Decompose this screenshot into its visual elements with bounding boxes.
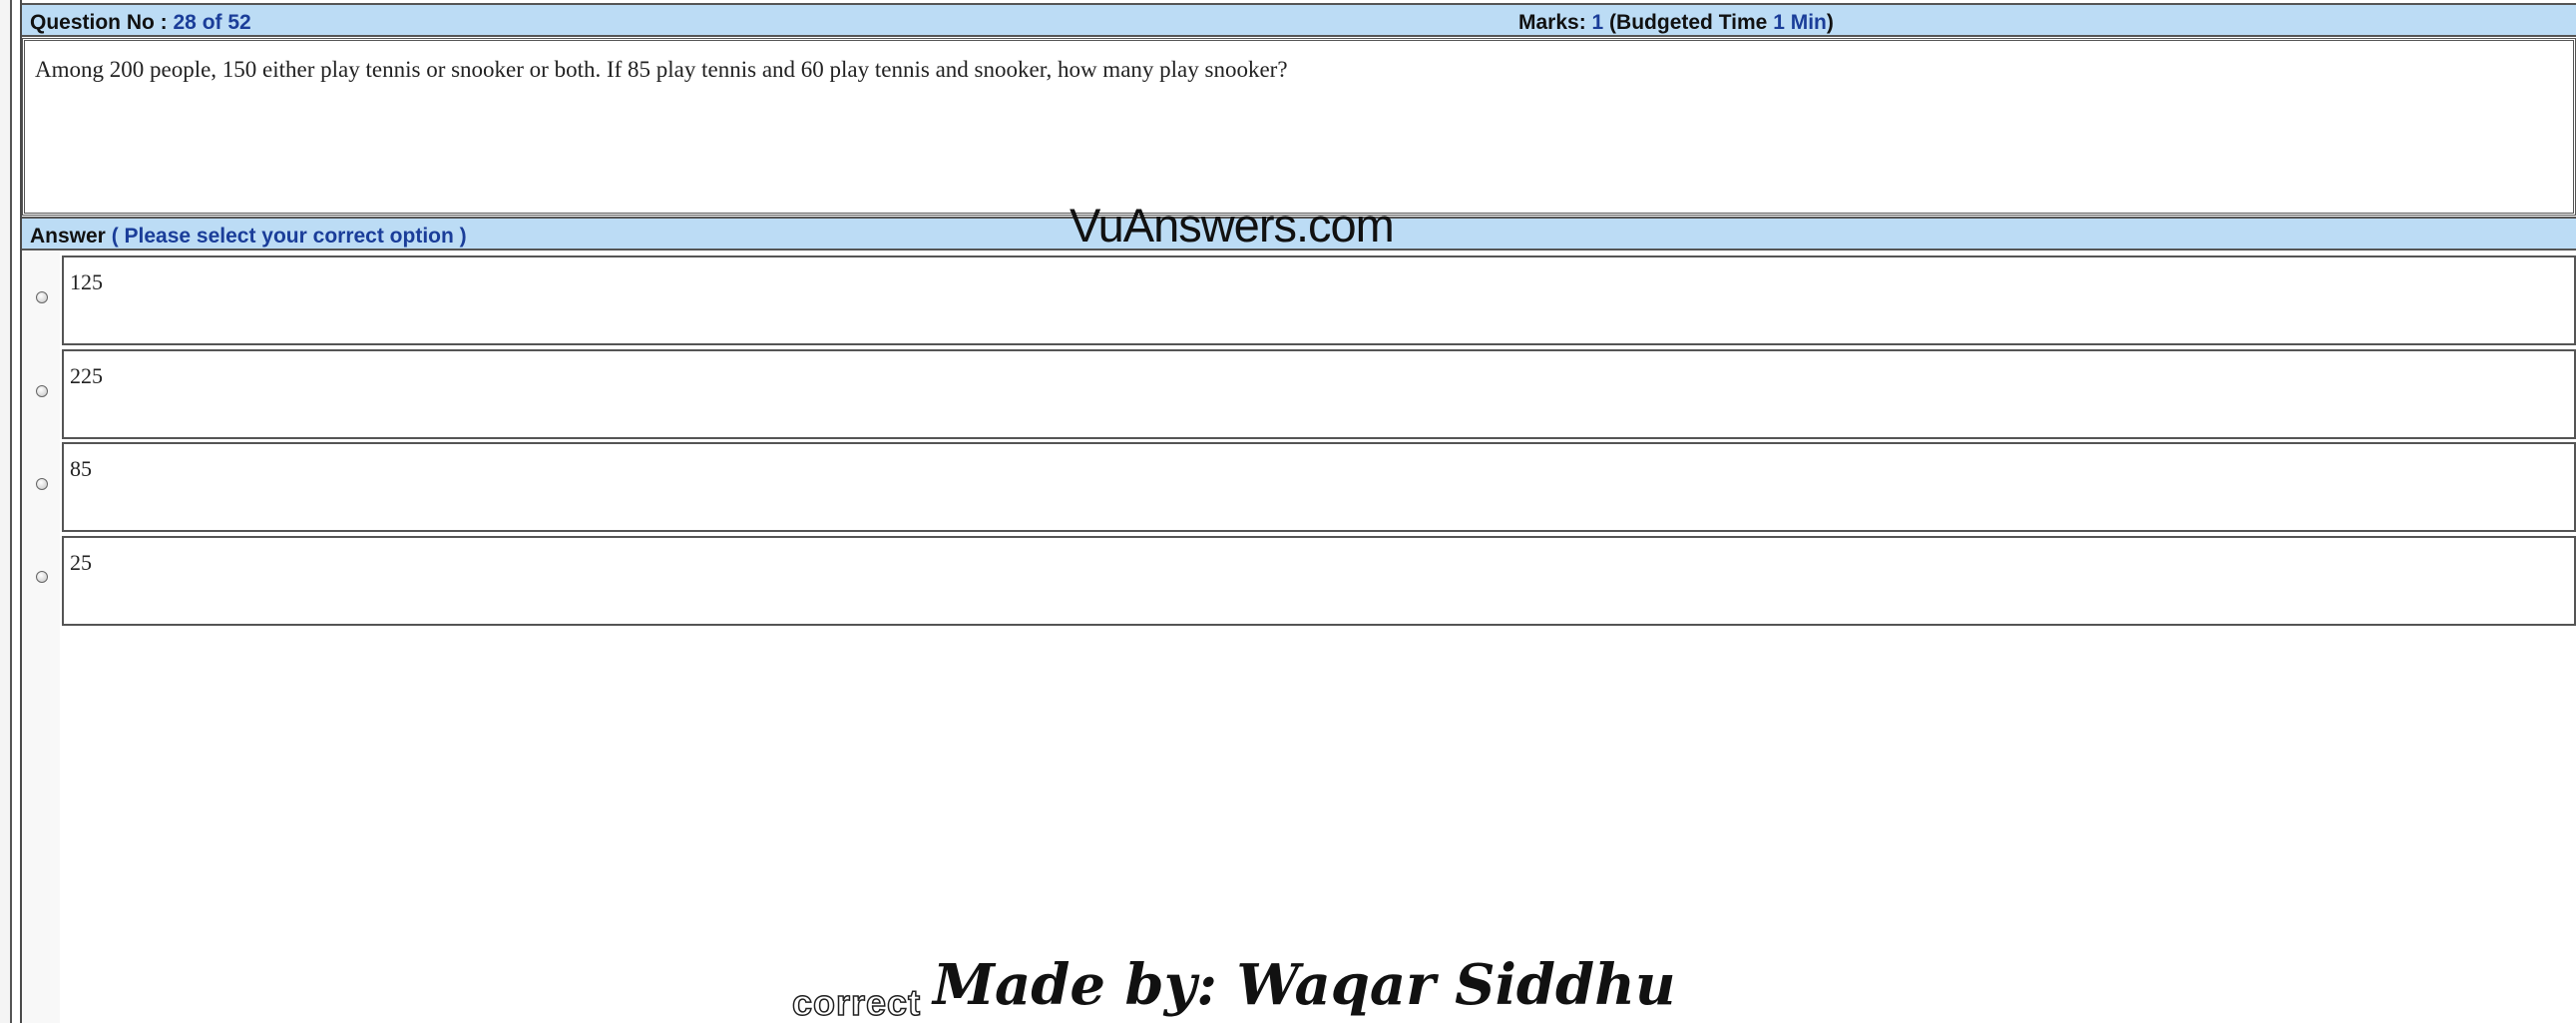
option-4-text: 25 xyxy=(70,550,92,575)
answer-label-group: Answer ( Please select your correct opti… xyxy=(30,225,467,249)
question-box: Among 200 people, 150 either play tennis… xyxy=(22,38,2576,216)
option-2-box[interactable]: 225 xyxy=(62,349,2576,439)
option-2-radio[interactable] xyxy=(36,385,48,397)
window-left-border xyxy=(0,0,12,1023)
budget-label: (Budgeted Time xyxy=(1603,11,1774,34)
option-3-box[interactable]: 85 xyxy=(62,442,2576,532)
question-number-value: 28 of 52 xyxy=(173,11,251,34)
marks-label: Marks: xyxy=(1518,11,1592,34)
option-1-box[interactable]: 125 xyxy=(62,256,2576,345)
correct-marker: correct xyxy=(791,981,922,1024)
option-1-text: 125 xyxy=(70,269,103,294)
option-3-radio[interactable] xyxy=(36,478,48,490)
budget-value: 1 Min xyxy=(1773,11,1827,34)
author-watermark: Made by: Waqar Siddhu xyxy=(933,952,1676,1018)
option-2-text: 225 xyxy=(70,363,103,388)
question-number: Question No : 28 of 52 xyxy=(30,11,251,35)
marks-value: 1 xyxy=(1591,11,1604,34)
answer-label: Answer xyxy=(30,225,112,248)
option-4-radio[interactable] xyxy=(36,571,48,583)
option-1-radio[interactable] xyxy=(36,291,48,303)
answer-hint: ( Please select your correct option ) xyxy=(111,225,467,248)
question-header-bar: Question No : 28 of 52 Marks: 1 (Budgete… xyxy=(22,3,2576,37)
budget-close: ) xyxy=(1826,11,1834,34)
option-3-text: 85 xyxy=(70,456,92,481)
radio-column xyxy=(22,252,60,1023)
question-number-label: Question No : xyxy=(30,11,174,34)
site-watermark: VuAnswers.com xyxy=(1070,199,1395,252)
option-4-box[interactable]: 25 xyxy=(62,536,2576,626)
question-text: Among 200 people, 150 either play tennis… xyxy=(35,57,1288,82)
marks-info: Marks: 1 (Budgeted Time 1 Min) xyxy=(1518,11,2576,35)
